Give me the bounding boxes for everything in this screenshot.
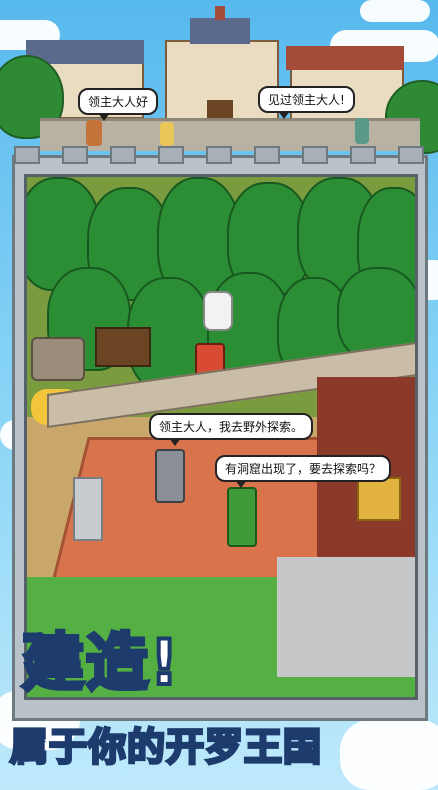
manor-roof [190,18,250,44]
signboard [95,327,151,367]
knight-character [155,449,185,503]
stone-statue [73,477,103,541]
flag [215,6,225,20]
title-line1: 建造! [20,624,181,701]
house-roof [286,46,404,70]
villager-character [160,122,174,146]
villager-character [355,118,369,144]
thinking-bubble-icon [203,291,233,331]
villager-speech-bubble: 见过领主大人! [258,86,355,119]
title-line2: 属于你的开罗王国 [8,716,323,771]
villager-character [86,120,102,146]
village-scene: 领主大人好 见过领主大人! [0,0,438,160]
villager-speech-bubble: 领主大人好 [78,88,159,121]
cloud [340,720,438,790]
well [31,337,85,381]
title-line2-prefix: 属于你的 [8,724,167,771]
gold-decoration [357,477,401,521]
archer-speech-bubble: 有洞窟出现了，要去探索吗？ [215,455,392,488]
archer-character [227,487,257,547]
stone-floor [277,557,415,677]
battlements [14,146,424,164]
title-line2-highlight: 开罗王国 [165,724,323,771]
knight-speech-bubble: 领主大人，我去野外探索。 [149,413,314,446]
